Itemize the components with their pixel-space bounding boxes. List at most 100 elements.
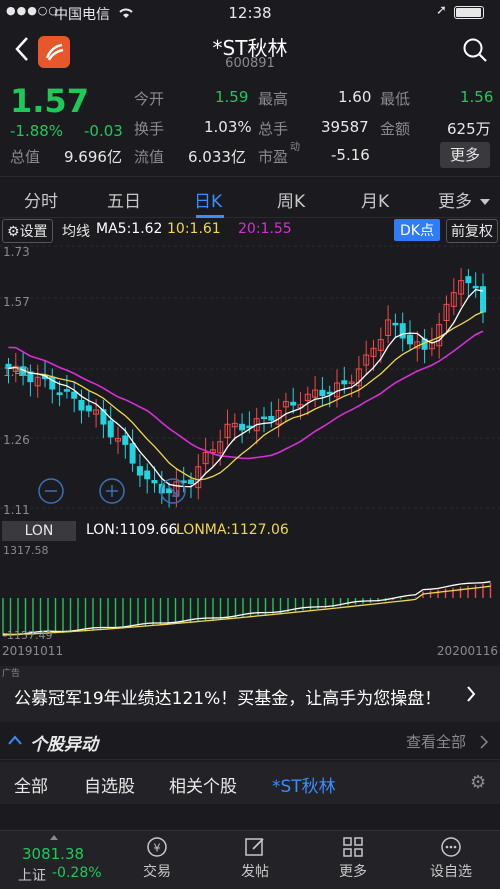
candle-body bbox=[319, 389, 326, 397]
candle-body bbox=[341, 380, 348, 385]
nav-add-watchlist-label: 设自选 bbox=[430, 864, 472, 880]
y-tick-label: 1.26 bbox=[3, 433, 30, 447]
chevron-down-icon bbox=[480, 199, 490, 205]
zoom-in-button[interactable] bbox=[99, 478, 125, 504]
zoom-out-button[interactable] bbox=[38, 478, 64, 504]
location-icon: ➚ bbox=[436, 3, 447, 18]
low-label: 最低 bbox=[380, 90, 411, 108]
market-cap-value: 9.696亿 bbox=[64, 148, 122, 166]
battery-icon bbox=[454, 6, 484, 19]
high-label: 最高 bbox=[258, 90, 289, 108]
lon-chart[interactable]: 1317.58 -1157.49 bbox=[0, 542, 500, 642]
search-icon[interactable] bbox=[462, 37, 488, 63]
open-value: 1.59 bbox=[215, 88, 249, 106]
volume-value: 39587 bbox=[321, 118, 369, 136]
grid-icon bbox=[343, 837, 363, 857]
quote-panel: 1.57 -1.88% -0.03 今开 1.59 最高 1.60 最低 1.5… bbox=[0, 80, 500, 172]
adjust-mode-button[interactable]: 前复权 bbox=[446, 219, 498, 243]
turnover-value: 1.03% bbox=[204, 118, 252, 136]
caret-up-icon bbox=[50, 835, 58, 840]
settings-button[interactable]: ⚙设置 bbox=[2, 219, 53, 243]
lon-indicator-bar: LON LON:1109.66 LONMA:1127.06 bbox=[0, 520, 500, 542]
candle-body bbox=[392, 322, 399, 326]
chevron-up-icon[interactable] bbox=[8, 735, 22, 745]
filter-this-stock[interactable]: *ST秋林 bbox=[272, 772, 336, 797]
stock-code: 600891 bbox=[225, 56, 275, 71]
candle-body bbox=[136, 466, 143, 476]
filter-tabs: 全部 自选股 相关个股 *ST秋林 ⚙ bbox=[0, 762, 500, 804]
low-value: 1.56 bbox=[460, 88, 494, 106]
change-value: -0.03 bbox=[84, 122, 123, 140]
candle-body bbox=[107, 420, 114, 438]
index-widget[interactable]: 3081.38 上证 -0.28% bbox=[0, 831, 110, 889]
ma10-value: 10:1.61 bbox=[167, 221, 221, 237]
candle-body bbox=[122, 435, 129, 445]
lon-svg: 1317.58 -1157.49 bbox=[2, 544, 492, 642]
nav-more-label: 更多 bbox=[339, 864, 367, 880]
nav-post-label: 发帖 bbox=[241, 864, 269, 880]
list-area bbox=[0, 804, 500, 830]
indicator-select[interactable]: LON bbox=[2, 521, 76, 541]
candle-body bbox=[472, 285, 479, 289]
ad-banner[interactable]: 广告 公募冠军19年业绩达121%！买基金，让高手为您操盘！ bbox=[0, 666, 500, 722]
chevron-right-icon bbox=[467, 686, 476, 702]
candle-body bbox=[151, 480, 158, 484]
gear-icon[interactable]: ⚙ bbox=[470, 772, 486, 793]
ma-bar: ⚙设置 均线 MA5:1.62 10:1.61 20:1.55 DK点 前复权 bbox=[0, 218, 500, 243]
candle-body bbox=[268, 415, 275, 421]
y-tick-label: 1.42 bbox=[3, 365, 30, 379]
market-cap-label: 总值 bbox=[10, 148, 41, 166]
ma5-line bbox=[8, 288, 484, 488]
tab-weekly-k[interactable]: 周K bbox=[277, 187, 305, 212]
bottom-nav: 3081.38 上证 -0.28% ¥ 交易 发帖 更多 设自选 bbox=[0, 830, 500, 889]
gear-icon: ⚙ bbox=[7, 224, 20, 240]
nav-trade[interactable]: ¥ 交易 bbox=[117, 835, 197, 881]
float-cap-value: 6.033亿 bbox=[188, 148, 246, 166]
nav-more[interactable]: 更多 bbox=[313, 835, 393, 881]
ma20-value: 20:1.55 bbox=[238, 221, 292, 237]
tab-daily-k[interactable]: 日K bbox=[194, 187, 222, 212]
current-price: 1.57 bbox=[10, 82, 89, 120]
filter-all[interactable]: 全部 bbox=[14, 772, 48, 797]
dk-point-button[interactable]: DK点 bbox=[394, 219, 440, 241]
candle-body bbox=[85, 405, 92, 412]
candle-body bbox=[144, 470, 151, 480]
tab-more[interactable]: 更多 bbox=[438, 187, 472, 212]
kline-svg: 1.73 1.57 1.42 1.26 1.11 bbox=[0, 245, 500, 517]
tab-intraday[interactable]: 分时 bbox=[24, 187, 58, 212]
date-axis: 20191011 20200116 bbox=[0, 642, 500, 660]
tab-monthly-k[interactable]: 月K bbox=[361, 187, 389, 212]
kline-chart[interactable]: 1.73 1.57 1.42 1.26 1.11 bbox=[0, 242, 500, 520]
settings-label: 设置 bbox=[19, 224, 48, 240]
ma5-value: MA5:1.62 bbox=[96, 221, 163, 237]
candle-body bbox=[129, 443, 136, 464]
index-name: 上证 bbox=[18, 868, 46, 884]
amount-value: 625万 bbox=[447, 120, 491, 138]
candle-body bbox=[399, 323, 406, 339]
open-label: 今开 bbox=[134, 90, 165, 108]
tab-five-day[interactable]: 五日 bbox=[107, 187, 141, 212]
movement-title: 个股异动 bbox=[30, 735, 98, 755]
y-tick-label: 1.57 bbox=[3, 295, 30, 309]
float-cap-label: 流值 bbox=[134, 148, 165, 166]
candle-body bbox=[239, 423, 246, 431]
candle-body bbox=[465, 276, 472, 284]
lon-top-tick: 1317.58 bbox=[3, 544, 49, 557]
candle-body bbox=[407, 334, 413, 345]
view-all-link[interactable]: 查看全部 bbox=[406, 731, 466, 752]
more-button[interactable]: 更多 bbox=[440, 142, 490, 168]
amount-label: 金额 bbox=[380, 120, 411, 138]
ad-text: 公募冠军19年业绩达121%！买基金，让高手为您操盘！ bbox=[14, 689, 442, 709]
filter-watchlist[interactable]: 自选股 bbox=[84, 772, 135, 797]
high-value: 1.60 bbox=[338, 88, 372, 106]
candle-body bbox=[326, 391, 333, 395]
filter-related[interactable]: 相关个股 bbox=[169, 772, 237, 797]
nav-post[interactable]: 发帖 bbox=[215, 835, 295, 881]
end-date: 20200116 bbox=[436, 644, 498, 658]
nav-add-watchlist[interactable]: 设自选 bbox=[411, 835, 491, 881]
candle-body bbox=[261, 416, 267, 420]
edit-icon bbox=[245, 838, 264, 856]
status-bar: ●●●○○ 中国电信 12:38 ➚ bbox=[0, 0, 500, 26]
svg-text:¥: ¥ bbox=[154, 842, 161, 855]
candle-body bbox=[188, 479, 194, 484]
